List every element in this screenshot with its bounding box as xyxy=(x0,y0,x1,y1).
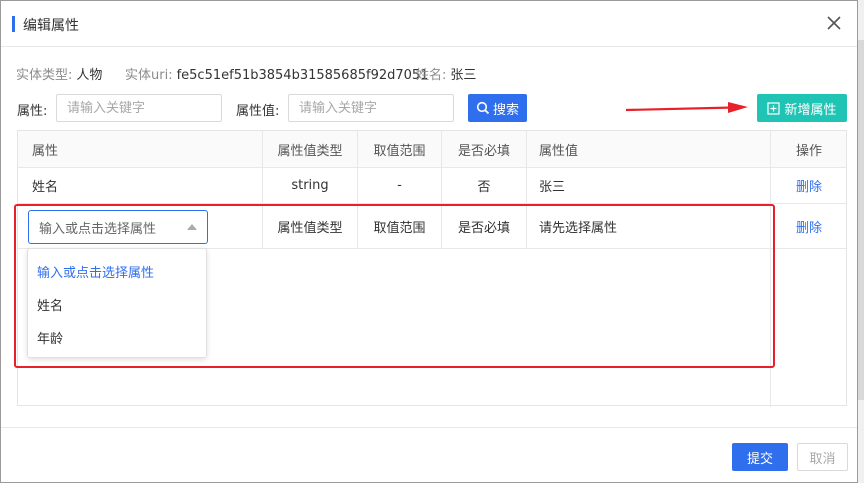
row-value: 张三 xyxy=(539,180,566,195)
plus-square-icon xyxy=(767,101,781,115)
new-row-type: 属性值类型 xyxy=(277,220,343,236)
new-attribute-row: 输入或点击选择属性 属性值类型 取值范围 是否必填 请先选择属性 删除 xyxy=(18,204,846,249)
row-range: - xyxy=(397,178,402,193)
header-attr: 属性 xyxy=(32,143,59,159)
attribute-select[interactable]: 输入或点击选择属性 xyxy=(28,210,208,244)
dropdown-option[interactable]: 输入或点击选择属性 xyxy=(37,262,154,281)
red-arrow-annotation xyxy=(625,102,748,113)
attr-search-input[interactable] xyxy=(56,94,222,122)
attribute-select-placeholder: 输入或点击选择属性 xyxy=(39,221,157,237)
entity-name-label: 姓名: xyxy=(416,68,447,83)
header-type: 属性值类型 xyxy=(277,143,343,159)
new-row-range: 取值范围 xyxy=(373,220,426,236)
cancel-button[interactable]: 取消 xyxy=(797,443,848,471)
attr-search-label: 属性: xyxy=(17,104,48,119)
add-attribute-label: 新增属性 xyxy=(784,102,837,118)
search-icon xyxy=(476,101,490,115)
new-row-value: 请先选择属性 xyxy=(539,220,618,236)
dropdown-option[interactable]: 姓名 xyxy=(37,295,63,314)
entity-name-info: 姓名: 张三 xyxy=(416,64,476,83)
header-action: 操作 xyxy=(795,143,822,159)
entity-type-value: 人物 xyxy=(76,68,103,83)
entity-uri-value: fe5c51ef51b3854b31585685f92d7051 xyxy=(176,68,429,83)
scrollbar[interactable] xyxy=(858,40,864,400)
value-search-input[interactable] xyxy=(288,94,454,122)
dialog-footer: 提交 取消 xyxy=(1,427,857,483)
dialog-title: 编辑属性 xyxy=(23,18,79,34)
submit-button[interactable]: 提交 xyxy=(732,443,788,471)
add-attribute-button[interactable]: 新增属性 xyxy=(757,94,847,122)
new-row-required: 是否必填 xyxy=(457,220,510,236)
dialog-header: 编辑属性 xyxy=(1,1,857,47)
search-button-label: 搜索 xyxy=(492,102,519,118)
delete-new-row-link[interactable]: 删除 xyxy=(771,204,847,248)
search-button[interactable]: 搜索 xyxy=(468,94,527,122)
dropdown-option[interactable]: 年龄 xyxy=(37,328,63,347)
entity-uri-label: 实体uri: xyxy=(125,68,173,83)
entity-type-label: 实体类型: xyxy=(16,68,73,83)
caret-up-icon xyxy=(187,224,197,230)
value-search-label: 属性值: xyxy=(236,104,280,119)
row-type: string xyxy=(291,178,329,193)
header-range: 取值范围 xyxy=(373,143,426,159)
entity-uri-info: 实体uri: fe5c51ef51b3854b31585685f92d7051 xyxy=(125,64,428,83)
entity-name-value: 张三 xyxy=(450,68,477,83)
header-required: 是否必填 xyxy=(457,143,510,159)
row-required: 否 xyxy=(477,180,491,195)
delete-row-link[interactable]: 删除 xyxy=(771,168,847,203)
table-row: 姓名 string - 否 张三 删除 xyxy=(18,168,846,204)
header-value: 属性值 xyxy=(539,143,579,159)
entity-type-info: 实体类型: 人物 xyxy=(16,64,102,83)
edit-attribute-dialog: 编辑属性 实体类型: 人物 实体uri: fe5c51ef51b3854b31585… xyxy=(0,0,858,483)
row-attr: 姓名 xyxy=(32,180,59,195)
title-accent-bar xyxy=(12,16,15,32)
table-header: 属性 属性值类型 取值范围 是否必填 属性值 操作 xyxy=(18,131,846,168)
attribute-dropdown: 输入或点击选择属性 姓名 年龄 xyxy=(27,248,207,358)
close-icon[interactable] xyxy=(823,12,845,34)
